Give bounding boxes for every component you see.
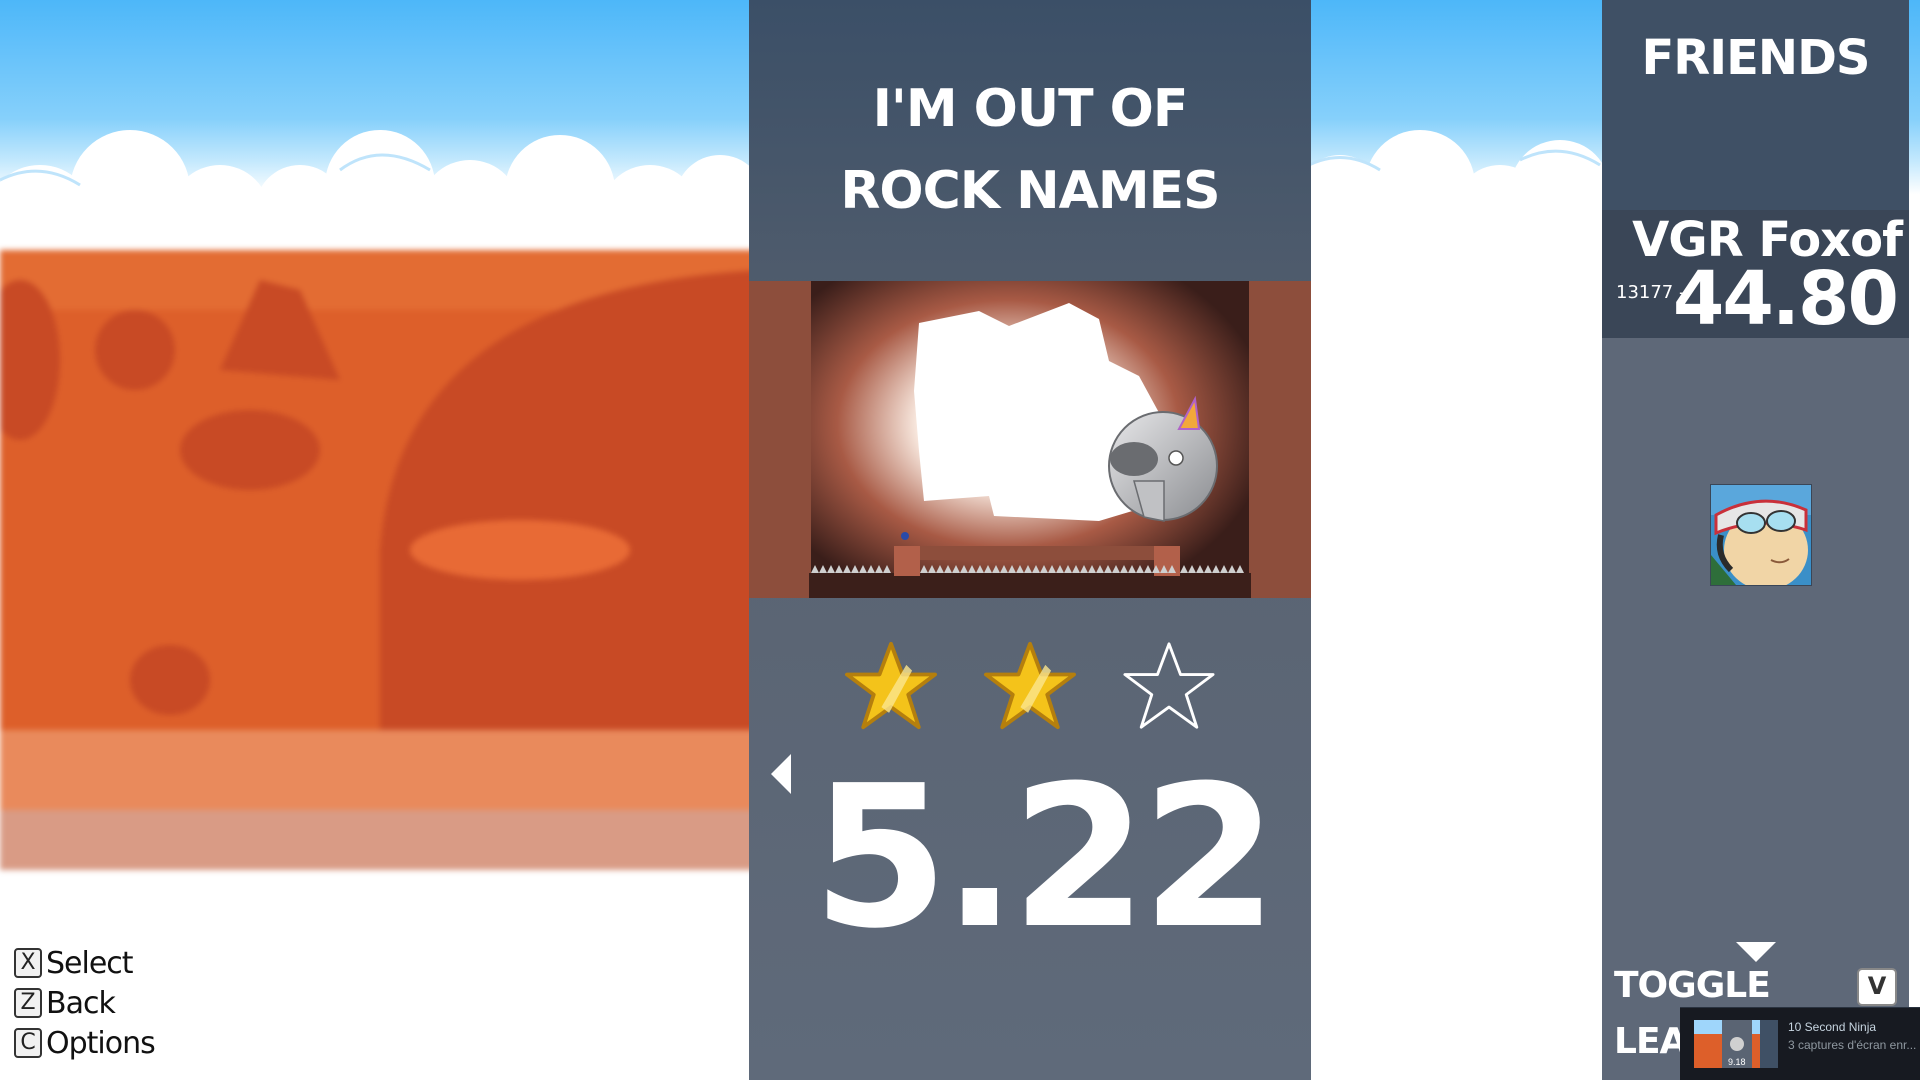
level-panel: I'M OUT OF ROCK NAMES 5.22 xyxy=(749,0,1311,1080)
level-title-line2: ROCK NAMES xyxy=(840,161,1220,221)
notification-subtitle: 3 captures d'écran enr... xyxy=(1788,1038,1917,1052)
friend-entry: VGR Foxof 13177 - 44.80 xyxy=(1602,210,1909,342)
toggle-line1: TOGGLE xyxy=(1614,965,1771,1006)
control-back[interactable]: Z Back xyxy=(14,983,155,1023)
friends-title: FRIENDS xyxy=(1641,30,1871,86)
level-best-time: 5.22 xyxy=(812,744,1278,972)
friend-time: 44.80 xyxy=(1672,256,1899,342)
control-options[interactable]: C Options xyxy=(14,1023,156,1063)
notification-thumb-time: 9.18 xyxy=(1728,1057,1746,1067)
level-title-line1: I'M OUT OF xyxy=(872,79,1189,139)
key-c: C xyxy=(14,1028,42,1058)
notification-thumbnail: 9.18 xyxy=(1694,1020,1778,1068)
notification-title: 10 Second Ninja xyxy=(1788,1020,1877,1034)
level-preview xyxy=(749,281,1311,598)
screenshot-notification[interactable]: 9.18 10 Second Ninja 3 captures d'écran … xyxy=(1680,1007,1920,1080)
control-label: Select xyxy=(46,945,134,981)
star-outline-icon xyxy=(1121,640,1217,732)
star-filled-icon xyxy=(982,640,1078,732)
toggle-key-v[interactable]: V xyxy=(1857,968,1897,1006)
friends-panel: FRIENDS VGR Foxof 13177 - 44.80 TOGGLE L… xyxy=(1602,0,1909,1080)
star-filled-icon xyxy=(843,640,939,732)
control-label: Options xyxy=(46,1025,156,1061)
control-label: Back xyxy=(46,985,116,1021)
background-ground xyxy=(1312,832,1602,1080)
key-z: Z xyxy=(14,988,42,1018)
key-x: X xyxy=(14,948,42,978)
control-select[interactable]: X Select xyxy=(14,943,155,983)
star-rating xyxy=(749,640,1311,740)
controls-legend: X Select Z Back C Options xyxy=(14,943,156,1063)
game-screen: I'M OUT OF ROCK NAMES 5.22 FRIENDS VGR F… xyxy=(0,0,1920,1080)
level-title: I'M OUT OF ROCK NAMES xyxy=(749,68,1311,232)
background-mesa xyxy=(0,250,760,890)
friend-avatar xyxy=(1710,484,1812,586)
